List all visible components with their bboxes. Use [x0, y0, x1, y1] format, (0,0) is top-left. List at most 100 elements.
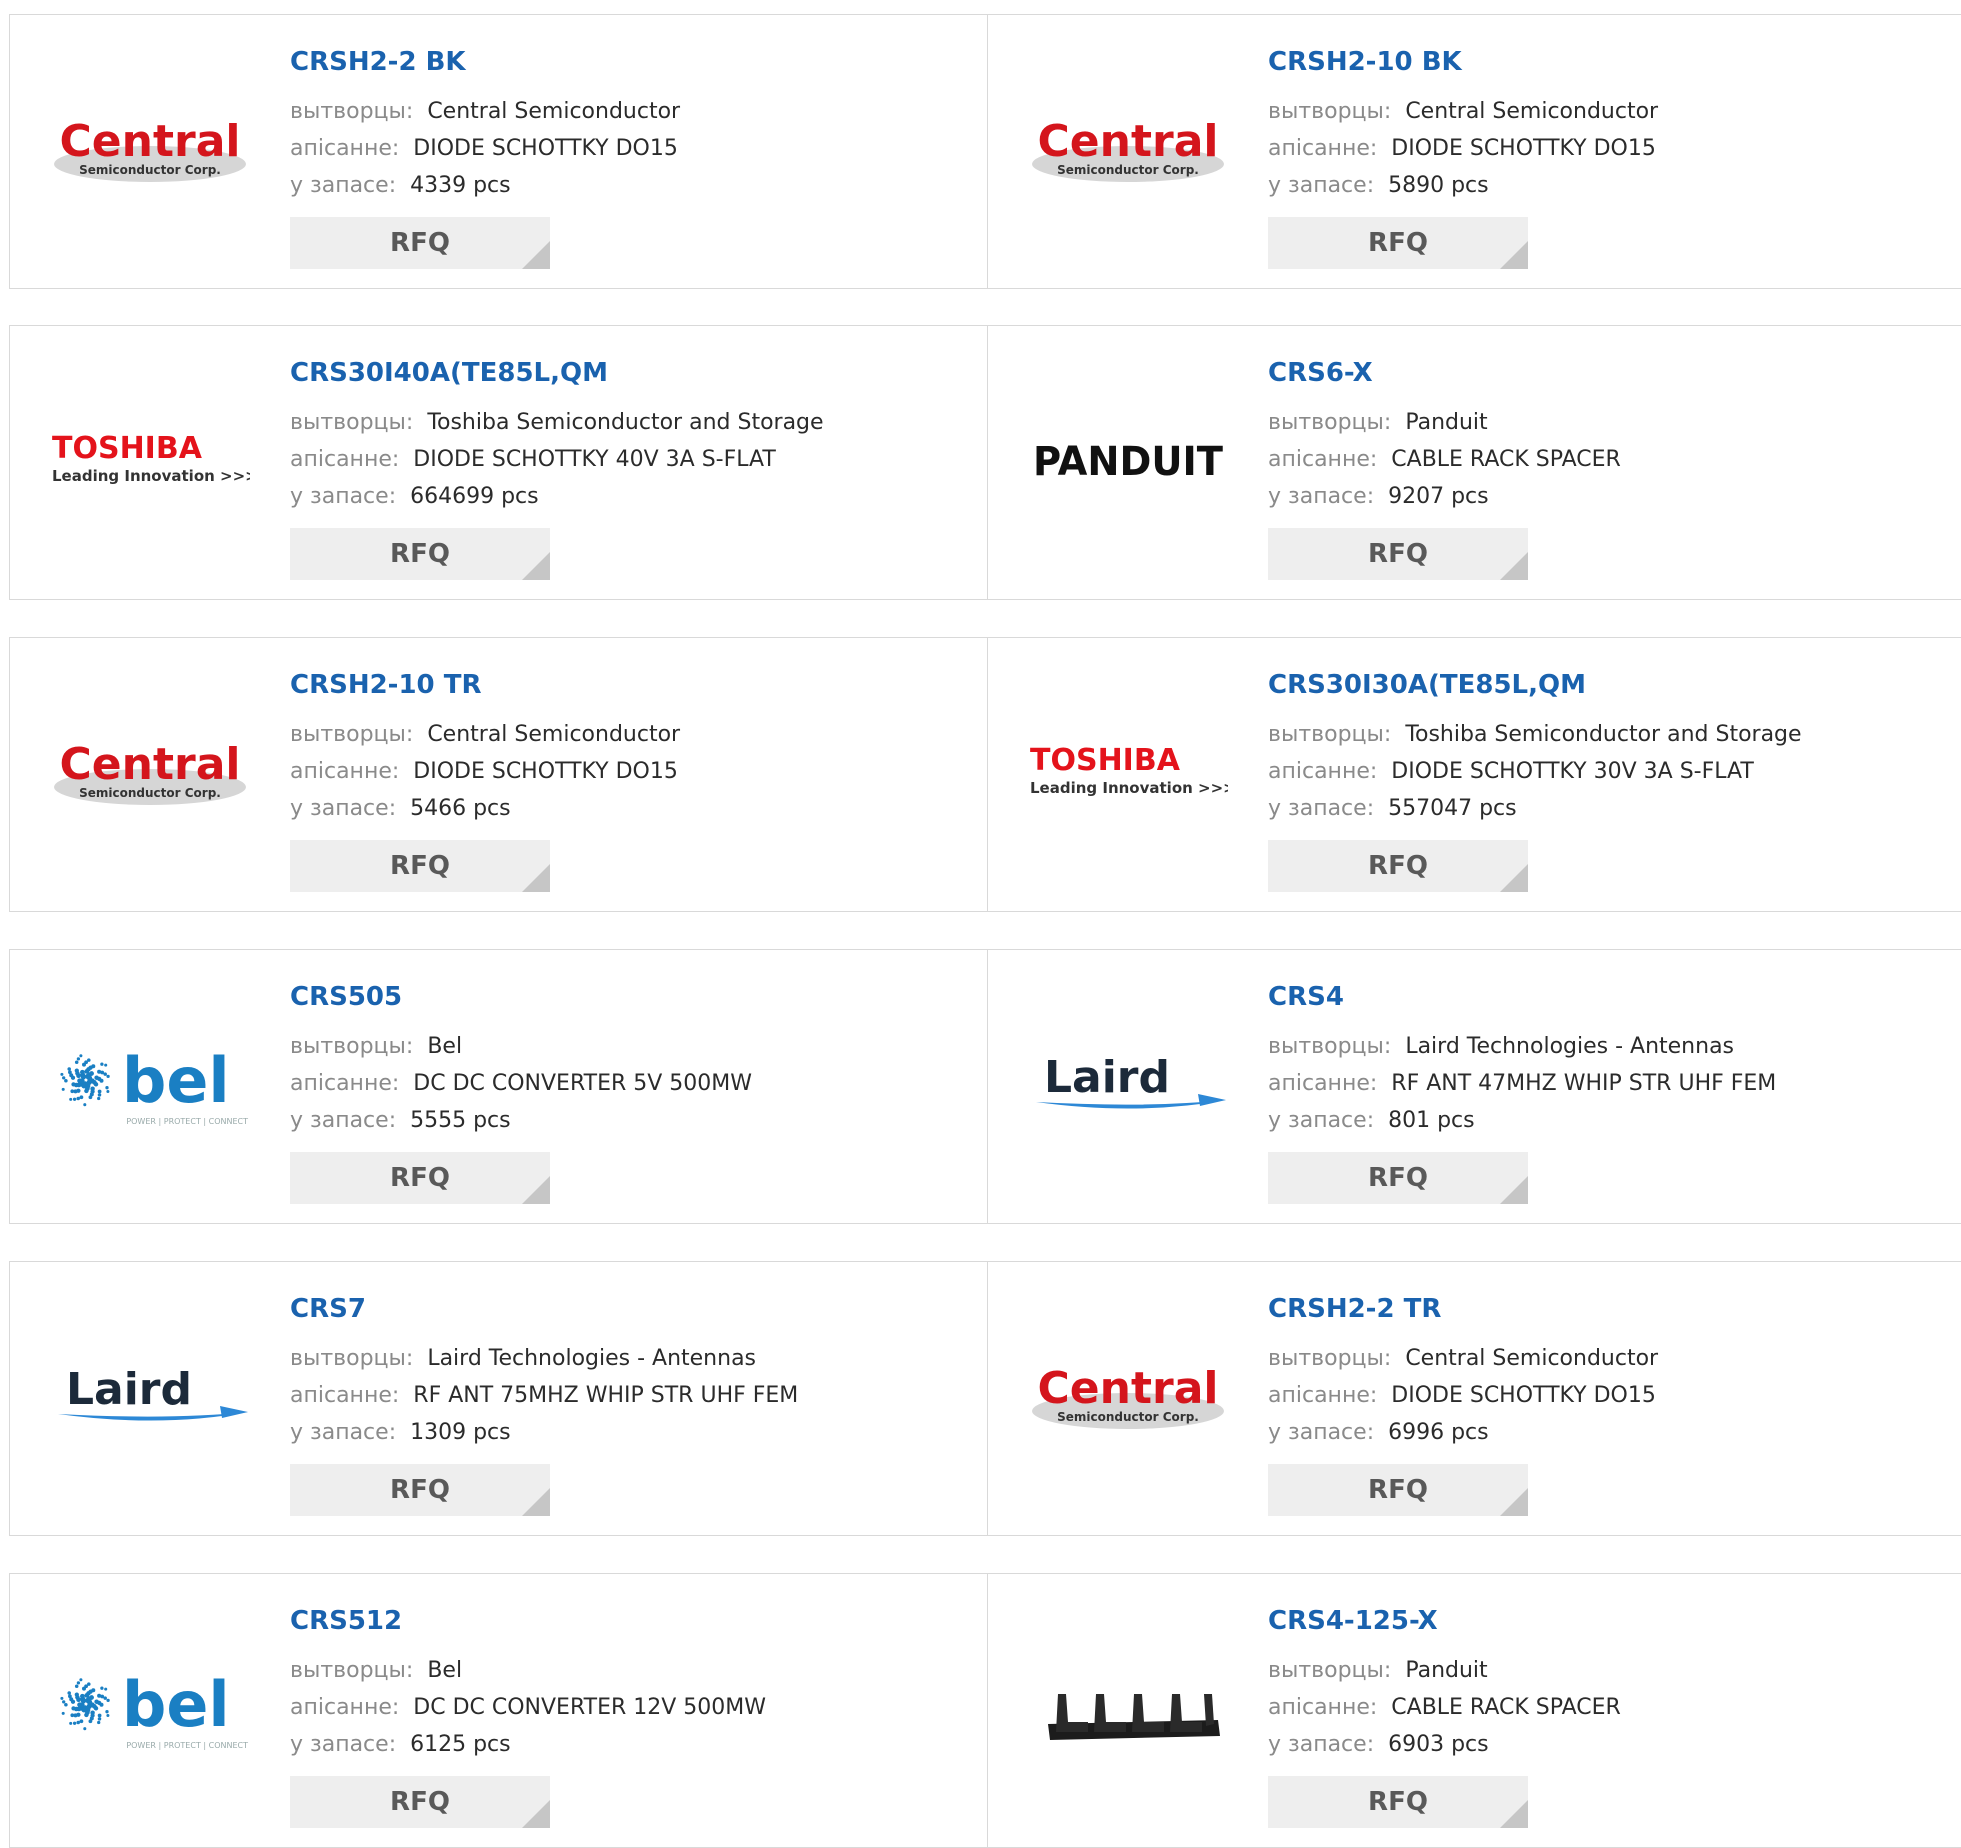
- bel-logo-name: bel: [122, 1044, 230, 1117]
- description-row: апісанне: DC DC CONVERTER 5V 500MW: [290, 1071, 752, 1096]
- laird-logo-name: Laird: [1044, 1052, 1170, 1103]
- rfq-button[interactable]: RFQ: [290, 1464, 550, 1516]
- rfq-label: RFQ: [1368, 539, 1428, 569]
- rfq-label: RFQ: [1368, 851, 1428, 881]
- description-label: апісанне:: [1268, 136, 1378, 161]
- stock-value: 6125 pcs: [410, 1732, 511, 1757]
- stock-label: у запасе:: [290, 1732, 397, 1757]
- manufacturer-value: Toshiba Semiconductor and Storage: [427, 410, 824, 435]
- rfq-button[interactable]: RFQ: [290, 217, 550, 269]
- description-label: апісанне:: [1268, 1071, 1378, 1096]
- manufacturer-row: вытворцы: Toshiba Semiconductor and Stora…: [290, 410, 824, 435]
- corner-fold-icon: [1500, 1488, 1528, 1516]
- product-card: TOSHIBA Leading Innovation >>> CRS30I40A…: [9, 325, 989, 600]
- part-number-link[interactable]: CRS6-X: [1268, 358, 1373, 388]
- part-number-link[interactable]: CRS4-125-X: [1268, 1606, 1438, 1636]
- stock-row: у запасе: 664699 pcs: [290, 484, 539, 509]
- stock-value: 4339 pcs: [410, 173, 511, 198]
- part-number-link[interactable]: CRS4: [1268, 982, 1344, 1012]
- manufacturer-row: вытворцы: Panduit: [1268, 1658, 1488, 1683]
- manufacturer-label: вытворцы:: [1268, 1034, 1392, 1059]
- part-number-link[interactable]: CRSH2-10 TR: [290, 670, 481, 700]
- stock-value: 557047 pcs: [1388, 796, 1517, 821]
- central-logo-name: Central: [60, 739, 241, 790]
- product-card: CRS4-125-X вытворцы: Panduit апісанне: CAB…: [987, 1573, 1961, 1848]
- product-card: Laird CRS4 вытворцы: Laird Technologies -…: [987, 949, 1961, 1224]
- stock-row: у запасе: 9207 pcs: [1268, 484, 1489, 509]
- corner-fold-icon: [522, 552, 550, 580]
- bel-logo-icon: bel POWER | PROTECT | CONNECT: [60, 1044, 248, 1126]
- manufacturer-row: вытворцы: Laird Technologies - Antennas: [290, 1346, 756, 1371]
- rfq-button[interactable]: RFQ: [1268, 840, 1528, 892]
- stock-row: у запасе: 6903 pcs: [1268, 1732, 1489, 1757]
- toshiba-logo-name: TOSHIBA: [52, 431, 203, 466]
- rfq-button[interactable]: RFQ: [290, 840, 550, 892]
- part-number-link[interactable]: CRS30I40A(TE85L,QM: [290, 358, 608, 388]
- description-label: апісанне:: [290, 759, 400, 784]
- part-number-link[interactable]: CRSH2-2 BK: [290, 47, 466, 77]
- description-value: DIODE SCHOTTKY DO15: [413, 759, 678, 784]
- description-label: апісанне:: [290, 136, 400, 161]
- rfq-button[interactable]: RFQ: [290, 1152, 550, 1204]
- manufacturer-logo: TOSHIBA Leading Innovation >>>: [1028, 728, 1228, 818]
- cable-rack-spacer-image: [1048, 1694, 1220, 1740]
- manufacturer-label: вытворцы:: [290, 1658, 414, 1683]
- part-number-link[interactable]: CRS505: [290, 982, 402, 1012]
- description-row: апісанне: RF ANT 75MHZ WHIP STR UHF FEM: [290, 1383, 798, 1408]
- description-value: DIODE SCHOTTKY DO15: [1391, 1383, 1656, 1408]
- description-value: RF ANT 75MHZ WHIP STR UHF FEM: [413, 1383, 799, 1408]
- part-number-link[interactable]: CRS7: [290, 1294, 366, 1324]
- description-row: апісанне: DIODE SCHOTTKY DO15: [1268, 136, 1656, 161]
- part-number-link[interactable]: CRS30I30A(TE85L,QM: [1268, 670, 1586, 700]
- rfq-button[interactable]: RFQ: [290, 528, 550, 580]
- manufacturer-row: вытворцы: Central Semiconductor: [290, 99, 680, 124]
- manufacturer-row: вытворцы: Bel: [290, 1034, 462, 1059]
- rfq-label: RFQ: [1368, 1787, 1428, 1817]
- bel-logo-icon: bel POWER | PROTECT | CONNECT: [60, 1668, 248, 1750]
- manufacturer-logo: [1028, 1664, 1228, 1754]
- corner-fold-icon: [522, 1176, 550, 1204]
- rfq-button[interactable]: RFQ: [1268, 1464, 1528, 1516]
- product-card: PANDUIT CRS6-X вытворцы: Panduit апісанне…: [987, 325, 1961, 600]
- manufacturer-logo: Central Semiconductor Corp.: [50, 728, 250, 818]
- rfq-label: RFQ: [390, 228, 450, 258]
- corner-fold-icon: [522, 1800, 550, 1828]
- corner-fold-icon: [1500, 1176, 1528, 1204]
- part-number-link[interactable]: CRSH2-10 BK: [1268, 47, 1462, 77]
- description-label: апісанне:: [290, 1695, 400, 1720]
- stock-value: 1309 pcs: [410, 1420, 511, 1445]
- stock-row: у запасе: 4339 pcs: [290, 173, 511, 198]
- rfq-button[interactable]: RFQ: [290, 1776, 550, 1828]
- stock-value: 6996 pcs: [1388, 1420, 1489, 1445]
- rfq-button[interactable]: RFQ: [1268, 1776, 1528, 1828]
- toshiba-logo-icon: TOSHIBA Leading Innovation >>>: [1030, 743, 1228, 797]
- product-card: Central Semiconductor Corp. CRSH2-10 BK …: [987, 14, 1961, 289]
- manufacturer-logo: bel POWER | PROTECT | CONNECT: [50, 1040, 250, 1130]
- panduit-logo-icon: PANDUIT: [1033, 439, 1224, 485]
- description-value: DIODE SCHOTTKY DO15: [1391, 136, 1656, 161]
- laird-logo-icon: Laird: [1036, 1052, 1226, 1109]
- manufacturer-label: вытворцы:: [1268, 722, 1392, 747]
- part-number-link[interactable]: CRS512: [290, 1606, 402, 1636]
- stock-value: 664699 pcs: [410, 484, 539, 509]
- description-row: апісанне: DIODE SCHOTTKY 30V 3A S-FLAT: [1268, 759, 1754, 784]
- stock-label: у запасе:: [290, 1420, 397, 1445]
- rfq-label: RFQ: [1368, 228, 1428, 258]
- rfq-button[interactable]: RFQ: [1268, 1152, 1528, 1204]
- rfq-button[interactable]: RFQ: [1268, 217, 1528, 269]
- corner-fold-icon: [1500, 1800, 1528, 1828]
- product-card: bel POWER | PROTECT | CONNECT CRS505 выт…: [9, 949, 989, 1224]
- stock-label: у запасе:: [1268, 1732, 1375, 1757]
- laird-logo-icon: Laird: [58, 1364, 248, 1421]
- part-number-link[interactable]: CRSH2-2 TR: [1268, 1294, 1441, 1324]
- corner-fold-icon: [1500, 552, 1528, 580]
- rfq-button[interactable]: RFQ: [1268, 528, 1528, 580]
- manufacturer-value: Panduit: [1405, 410, 1488, 435]
- rfq-label: RFQ: [390, 1163, 450, 1193]
- manufacturer-label: вытворцы:: [290, 99, 414, 124]
- manufacturer-logo: Central Semiconductor Corp.: [50, 105, 250, 195]
- product-card: Central Semiconductor Corp. CRSH2-10 TR …: [9, 637, 989, 912]
- manufacturer-value: Central Semiconductor: [1405, 99, 1659, 124]
- stock-row: у запасе: 557047 pcs: [1268, 796, 1517, 821]
- stock-label: у запасе:: [1268, 173, 1375, 198]
